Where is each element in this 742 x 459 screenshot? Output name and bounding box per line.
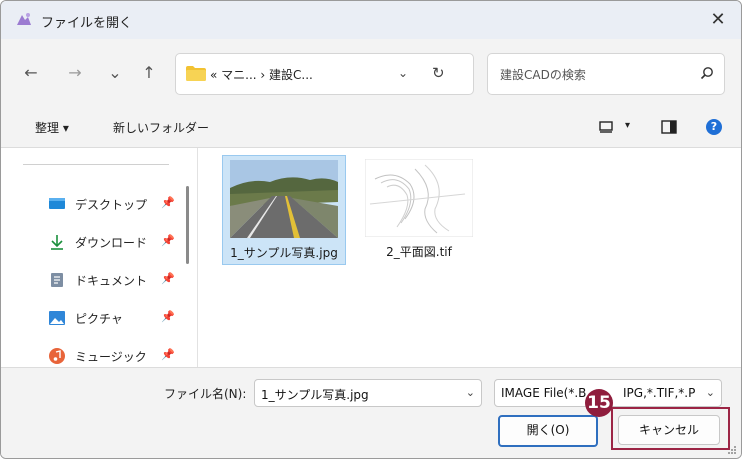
- step-number-badge: 15: [585, 389, 613, 417]
- navigation-pane: デスクトップ 📌 ダウンロード 📌 ドキュメント 📌 ピクチャ 📌 ミュージック…: [1, 148, 196, 367]
- window-title: ファイルを開く: [41, 16, 133, 31]
- pin-icon: 📌: [161, 196, 175, 209]
- chevron-down-icon[interactable]: ⌄: [706, 386, 715, 399]
- help-icon: ?: [710, 120, 718, 133]
- file-name: 2_平面図.tif: [386, 245, 452, 259]
- up-button[interactable]: ↑: [135, 59, 163, 87]
- recent-locations-button[interactable]: ⌄: [101, 59, 129, 87]
- pin-icon: 📌: [161, 272, 175, 285]
- divider: [23, 164, 169, 165]
- command-bar: 整理 ▾ 新しいフォルダー ▾ ?: [1, 109, 741, 148]
- sidebar-item-music[interactable]: ミュージック 📌: [49, 345, 189, 367]
- chevron-down-icon: ⌄: [108, 63, 122, 82]
- sidebar-item-label: ダウンロード: [75, 236, 148, 250]
- title-bar: ファイルを開く ✕: [1, 1, 741, 39]
- cancel-highlight-frame: [611, 407, 730, 450]
- open-button[interactable]: 開く(O): [498, 415, 598, 447]
- close-icon: ✕: [710, 9, 726, 30]
- filename-field[interactable]: 1_サンプル写真.jpg ⌄: [254, 379, 482, 407]
- sidebar-item-label: ピクチャ: [75, 312, 123, 326]
- file-item[interactable]: 2_平面図.tif: [358, 155, 480, 263]
- sidebar-item-label: デスクトップ: [75, 198, 148, 212]
- sidebar-item-documents[interactable]: ドキュメント 📌: [49, 269, 189, 291]
- document-icon: [51, 273, 63, 287]
- file-item[interactable]: 1_サンプル写真.jpg: [222, 155, 346, 265]
- pin-icon: 📌: [161, 234, 175, 247]
- back-arrow-icon: ←: [24, 63, 38, 82]
- navigation-bar: ← → ⌄ ↑ « マニ... › 建設C... ⌄ ↻ 建設CADの検索: [1, 39, 741, 109]
- search-box[interactable]: 建設CADの検索: [487, 53, 725, 95]
- breadcrumb[interactable]: « マニ... › 建設C...: [210, 66, 313, 83]
- road-photo-thumbnail: [230, 160, 338, 238]
- download-icon: [51, 235, 63, 250]
- help-button[interactable]: ?: [706, 119, 722, 135]
- file-name: 1_サンプル写真.jpg: [230, 246, 338, 260]
- view-mode-icon[interactable]: [599, 121, 613, 133]
- forward-arrow-icon: →: [68, 63, 82, 82]
- address-bar[interactable]: « マニ... › 建設C... ⌄ ↻: [175, 53, 474, 95]
- pin-icon: 📌: [161, 310, 175, 323]
- sidebar-item-desktop[interactable]: デスクトップ 📌: [49, 193, 189, 215]
- sidebar-item-pictures[interactable]: ピクチャ 📌: [49, 307, 189, 329]
- sidebar-item-label: ドキュメント: [75, 274, 148, 288]
- organize-menu[interactable]: 整理 ▾: [35, 119, 69, 136]
- view-dropdown-icon[interactable]: ▾: [625, 120, 630, 131]
- file-type-value-tail: IPG,*.TIF,*.P: [623, 386, 696, 400]
- sidebar-item-label: ミュージック: [75, 350, 147, 364]
- filename-value[interactable]: 1_サンプル写真.jpg: [261, 386, 369, 403]
- up-arrow-icon: ↑: [142, 63, 156, 82]
- forward-button[interactable]: →: [61, 59, 89, 87]
- refresh-icon[interactable]: ↻: [432, 64, 445, 82]
- pictures-icon: [49, 311, 65, 325]
- new-folder-button[interactable]: 新しいフォルダー: [113, 119, 209, 136]
- app-icon: [17, 13, 31, 25]
- chevron-down-icon[interactable]: ⌄: [466, 386, 475, 399]
- music-icon: [49, 348, 65, 364]
- back-button[interactable]: ←: [17, 59, 45, 87]
- search-input[interactable]: 建設CADの検索: [500, 66, 586, 83]
- sidebar-item-downloads[interactable]: ダウンロード 📌: [49, 231, 189, 253]
- address-history-chevron-icon[interactable]: ⌄: [398, 66, 408, 80]
- search-icon: [700, 67, 713, 80]
- file-list: 1_サンプル写真.jpg 2_平面図.tif: [198, 148, 741, 367]
- plan-drawing-thumbnail: [365, 159, 473, 237]
- preview-pane-icon[interactable]: [661, 120, 677, 134]
- folder-icon: [186, 66, 206, 81]
- pin-icon: 📌: [161, 348, 175, 361]
- close-button[interactable]: ✕: [695, 1, 741, 39]
- desktop-icon: [49, 198, 65, 209]
- open-file-dialog: ファイルを開く ✕ ← → ⌄ ↑ « マニ... › 建設C... ⌄ ↻ 建: [0, 0, 742, 459]
- file-type-value: IMAGE File(*.B: [501, 386, 587, 400]
- filename-label: ファイル名(N):: [164, 387, 247, 401]
